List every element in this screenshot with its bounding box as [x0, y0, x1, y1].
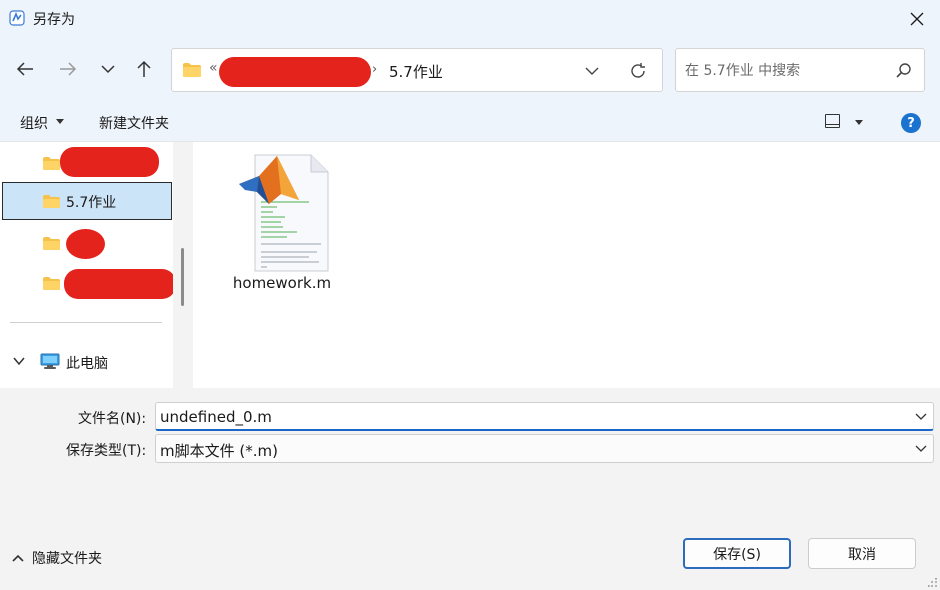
matlab-file-icon [239, 154, 329, 272]
search-icon[interactable] [894, 61, 914, 81]
close-button[interactable] [894, 0, 940, 38]
file-list-view: homework.m [193, 142, 940, 388]
filename-field[interactable]: undefined_0.m [155, 402, 934, 431]
redacted-label [64, 269, 176, 299]
cancel-button[interactable]: 取消 [808, 538, 916, 569]
matlab-app-icon [9, 10, 25, 26]
window-title: 另存为 [33, 12, 75, 28]
folder-icon [43, 277, 60, 290]
breadcrumb-current-folder[interactable]: 5.7作业 [389, 61, 443, 82]
breadcrumb-overflow[interactable]: « [209, 60, 218, 76]
arrow-up-icon [137, 60, 151, 77]
folder-icon [43, 237, 60, 250]
address-dropdown-button[interactable] [579, 59, 605, 83]
chevron-down-icon [585, 67, 599, 75]
breadcrumb-separator[interactable]: › [372, 62, 377, 77]
sidebar-item[interactable] [2, 264, 176, 302]
address-bar[interactable]: « › 5.7作业 [171, 48, 663, 92]
file-name: homework.m [232, 274, 332, 292]
redacted-label [66, 229, 105, 259]
sidebar-item-label: 此电脑 [66, 356, 108, 372]
arrow-left-icon [16, 62, 33, 76]
sidebar-item-label: 5.7作业 [66, 195, 117, 211]
close-icon [910, 12, 924, 26]
filetype-label: 保存类型(T): [66, 443, 147, 459]
filename-value[interactable]: undefined_0.m [160, 408, 272, 426]
navigation-pane: 5.7作业 此电脑 [0, 142, 180, 388]
view-layout-icon[interactable] [825, 114, 840, 128]
chevron-down-icon[interactable] [12, 354, 26, 368]
view-options-caret-icon[interactable] [855, 120, 863, 125]
save-button[interactable]: 保存(S) [683, 538, 791, 569]
sidebar-item[interactable] [2, 144, 172, 182]
back-button[interactable] [10, 54, 40, 84]
resize-grip-icon[interactable] [928, 578, 938, 588]
title-bar: 另存为 [0, 0, 940, 38]
dialog-footer: 隐藏文件夹 保存(S) 取消 [0, 514, 940, 590]
forward-button[interactable] [53, 54, 83, 84]
redacted-breadcrumb [219, 57, 371, 87]
hide-folders-toggle[interactable]: 隐藏文件夹 [12, 548, 102, 568]
new-folder-button[interactable]: 新建文件夹 [99, 113, 169, 133]
sidebar-divider [10, 322, 162, 323]
refresh-icon [631, 63, 645, 78]
chevron-down-icon [101, 65, 115, 74]
filename-label: 文件名(N): [78, 411, 147, 427]
filetype-value[interactable]: m脚本文件 (*.m) [160, 440, 278, 461]
command-toolbar: 组织 新建文件夹 ? [0, 102, 940, 142]
scrollbar-thumb[interactable] [181, 248, 184, 306]
organize-menu[interactable]: 组织 [20, 113, 48, 133]
chevron-up-icon [12, 554, 24, 562]
caret-down-icon[interactable] [56, 119, 64, 124]
refresh-button[interactable] [625, 59, 651, 83]
chevron-down-icon[interactable] [915, 443, 927, 455]
redacted-label [60, 147, 159, 177]
sidebar-item-5.7作业[interactable]: 5.7作业 [2, 182, 172, 220]
save-form: 文件名(N): undefined_0.m 保存类型(T): m脚本文件 (*.… [0, 388, 940, 514]
sidebar-item-this-pc[interactable]: 此电脑 [0, 344, 172, 380]
arrow-right-icon [60, 62, 77, 76]
computer-icon [40, 353, 60, 369]
recent-locations-button[interactable] [93, 54, 123, 84]
folder-icon [183, 63, 201, 77]
chevron-down-icon[interactable] [915, 411, 927, 423]
file-item[interactable]: homework.m [215, 148, 335, 298]
folder-icon [43, 157, 60, 170]
sidebar-scrollbar[interactable] [173, 142, 193, 388]
up-button[interactable] [129, 54, 159, 84]
filetype-select[interactable]: m脚本文件 (*.m) [155, 434, 934, 463]
folder-icon [43, 195, 60, 208]
help-button[interactable]: ? [901, 113, 921, 133]
hide-folders-label: 隐藏文件夹 [32, 551, 102, 567]
sidebar-item[interactable] [2, 224, 172, 262]
navigation-bar: « › 5.7作业 [0, 38, 940, 102]
search-input[interactable] [685, 61, 885, 81]
search-box[interactable] [675, 48, 925, 92]
